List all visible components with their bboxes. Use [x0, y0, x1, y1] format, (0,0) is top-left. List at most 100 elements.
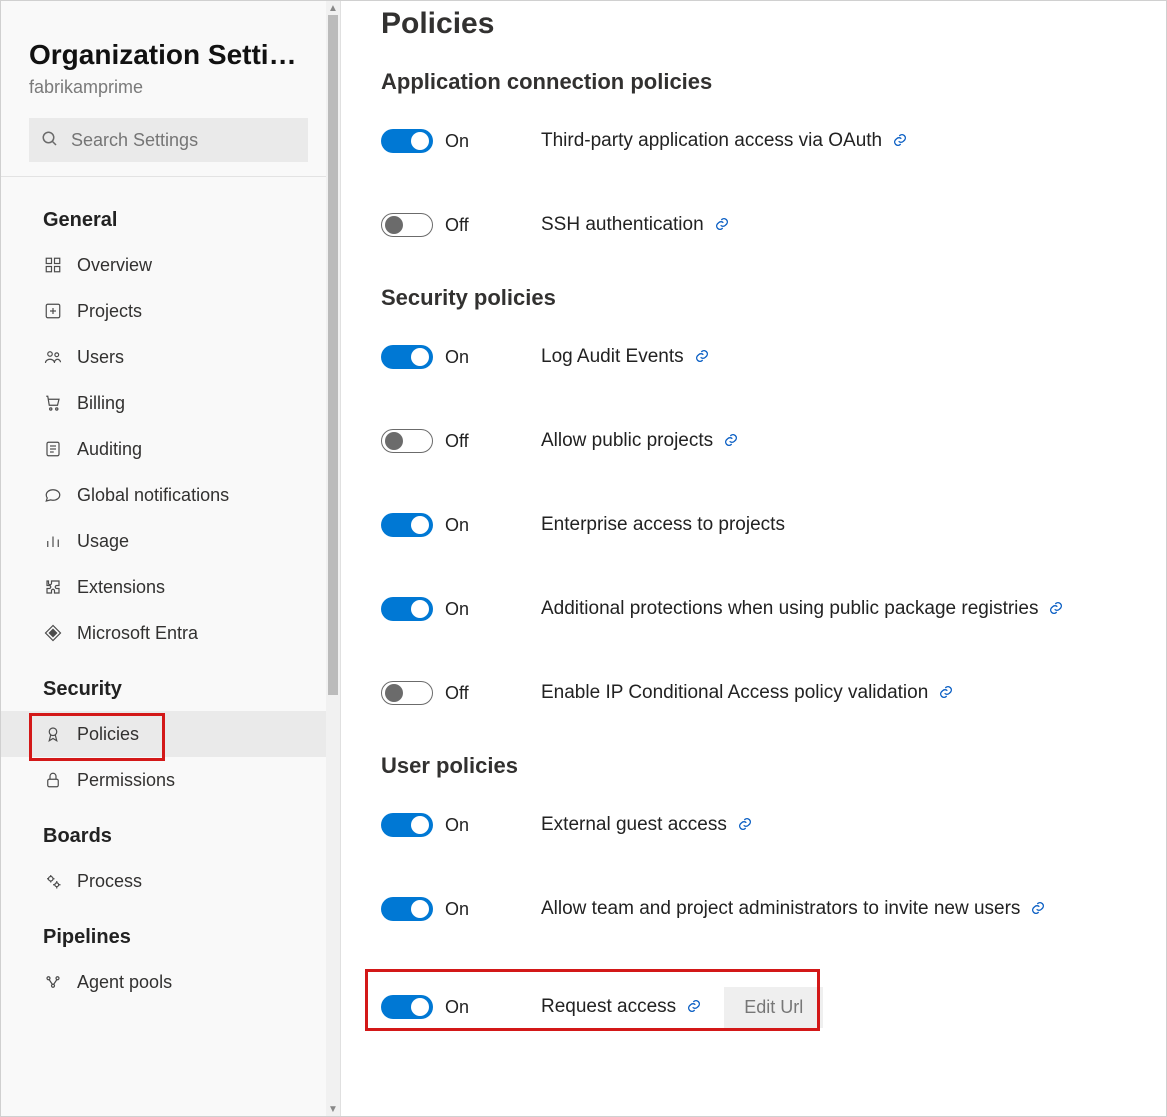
section-user-policies: User policies — [381, 753, 1156, 779]
cart-icon — [43, 393, 63, 413]
policy-label: Enable IP Conditional Access policy vali… — [541, 682, 928, 704]
search-settings[interactable] — [29, 118, 308, 162]
grid-icon — [43, 255, 63, 275]
sidebar-item-policies[interactable]: Policies — [1, 711, 326, 757]
sidebar-item-extensions[interactable]: Extensions — [1, 564, 326, 610]
lock-icon — [43, 770, 63, 790]
sidebar-item-label: Overview — [77, 255, 152, 276]
policy-oauth: On Third-party application access via OA… — [381, 117, 1156, 165]
toggle-enterprise-access[interactable] — [381, 513, 433, 537]
sidebar-item-agent-pools[interactable]: Agent pools — [1, 959, 326, 1005]
users-icon — [43, 347, 63, 367]
sidebar-item-label: Agent pools — [77, 972, 172, 993]
sidebar-item-usage[interactable]: Usage — [1, 518, 326, 564]
policy-label: Request access — [541, 996, 676, 1018]
section-app-connection: Application connection policies — [381, 69, 1156, 95]
sidebar-item-microsoft-entra[interactable]: Microsoft Entra — [1, 610, 326, 656]
edit-url-button[interactable]: Edit Url — [724, 987, 823, 1028]
sidebar-item-label: Projects — [77, 301, 142, 322]
policy-label: External guest access — [541, 814, 727, 836]
policy-label: Allow public projects — [541, 430, 713, 452]
toggle-request-access[interactable] — [381, 995, 433, 1019]
link-icon[interactable] — [938, 684, 956, 702]
toggle-state: On — [445, 515, 469, 536]
link-icon[interactable] — [714, 216, 732, 234]
toggle-state: On — [445, 131, 469, 152]
policy-label: SSH authentication — [541, 214, 704, 236]
link-icon[interactable] — [723, 432, 741, 450]
sidebar-scrollbar[interactable]: ▲ ▼ — [326, 1, 340, 1116]
toggle-oauth[interactable] — [381, 129, 433, 153]
link-icon[interactable] — [737, 816, 755, 834]
sidebar-item-label: Auditing — [77, 439, 142, 460]
toggle-state: Off — [445, 683, 469, 704]
toggle-ip-conditional[interactable] — [381, 681, 433, 705]
sidebar-item-auditing[interactable]: Auditing — [1, 426, 326, 472]
org-name: fabrikamprime — [29, 77, 298, 98]
sidebar-item-label: Policies — [77, 724, 139, 745]
sidebar-item-billing[interactable]: Billing — [1, 380, 326, 426]
toggle-public-projects[interactable] — [381, 429, 433, 453]
bar-chart-icon — [43, 531, 63, 551]
link-icon[interactable] — [892, 132, 910, 150]
toggle-state: Off — [445, 431, 469, 452]
page-title: Policies — [381, 7, 1156, 41]
policy-guest-access: On External guest access — [381, 801, 1156, 849]
toggle-state: On — [445, 815, 469, 836]
sidebar-item-label: Process — [77, 871, 142, 892]
scroll-down-icon[interactable]: ▼ — [326, 1102, 340, 1116]
link-icon[interactable] — [1030, 900, 1048, 918]
scroll-thumb[interactable] — [328, 15, 338, 695]
link-icon[interactable] — [1048, 600, 1066, 618]
search-input[interactable] — [69, 129, 296, 152]
search-icon — [41, 130, 59, 151]
scroll-up-icon[interactable]: ▲ — [326, 1, 340, 15]
toggle-ssh[interactable] — [381, 213, 433, 237]
policy-label: Additional protections when using public… — [541, 598, 1038, 620]
group-general: General — [1, 191, 326, 242]
link-icon[interactable] — [694, 348, 712, 366]
entra-icon — [43, 623, 63, 643]
ribbon-icon — [43, 724, 63, 744]
sidebar-item-users[interactable]: Users — [1, 334, 326, 380]
toggle-state: On — [445, 347, 469, 368]
sidebar-item-label: Microsoft Entra — [77, 623, 198, 644]
sidebar-item-permissions[interactable]: Permissions — [1, 757, 326, 803]
sidebar-item-overview[interactable]: Overview — [1, 242, 326, 288]
policy-request-access: On Request access Edit Url — [381, 983, 1156, 1031]
sidebar-item-label: Extensions — [77, 577, 165, 598]
toggle-audit[interactable] — [381, 345, 433, 369]
toggle-state: Off — [445, 215, 469, 236]
policy-ssh: Off SSH authentication — [381, 201, 1156, 249]
policy-audit: On Log Audit Events — [381, 333, 1156, 381]
policy-label: Log Audit Events — [541, 346, 684, 368]
toggle-guest-access[interactable] — [381, 813, 433, 837]
policy-label: Third-party application access via OAuth — [541, 130, 882, 152]
toggle-package-protections[interactable] — [381, 597, 433, 621]
policy-label: Allow team and project administrators to… — [541, 898, 1020, 920]
sidebar-item-label: Users — [77, 347, 124, 368]
section-security-policies: Security policies — [381, 285, 1156, 311]
pools-icon — [43, 972, 63, 992]
sidebar-item-global-notifications[interactable]: Global notifications — [1, 472, 326, 518]
toggle-state: On — [445, 599, 469, 620]
sidebar-item-process[interactable]: Process — [1, 858, 326, 904]
gears-icon — [43, 871, 63, 891]
sidebar-item-projects[interactable]: Projects — [1, 288, 326, 334]
sidebar-item-label: Permissions — [77, 770, 175, 791]
sidebar-item-label: Global notifications — [77, 485, 229, 506]
main-content: Policies Application connection policies… — [341, 1, 1166, 1116]
policy-request-access-row: On Request access Edit Url — [381, 969, 1156, 1049]
sidebar-title: Organization Settin… — [29, 39, 298, 71]
group-boards: Boards — [1, 803, 326, 858]
group-security: Security — [1, 656, 326, 711]
policy-public-projects: Off Allow public projects — [381, 417, 1156, 465]
plus-box-icon — [43, 301, 63, 321]
chat-icon — [43, 485, 63, 505]
link-icon[interactable] — [686, 998, 704, 1016]
toggle-invite-users[interactable] — [381, 897, 433, 921]
toggle-state: On — [445, 899, 469, 920]
sidebar-item-label: Usage — [77, 531, 129, 552]
sidebar: Organization Settin… fabrikamprime Gener… — [1, 1, 341, 1116]
sidebar-item-label: Billing — [77, 393, 125, 414]
